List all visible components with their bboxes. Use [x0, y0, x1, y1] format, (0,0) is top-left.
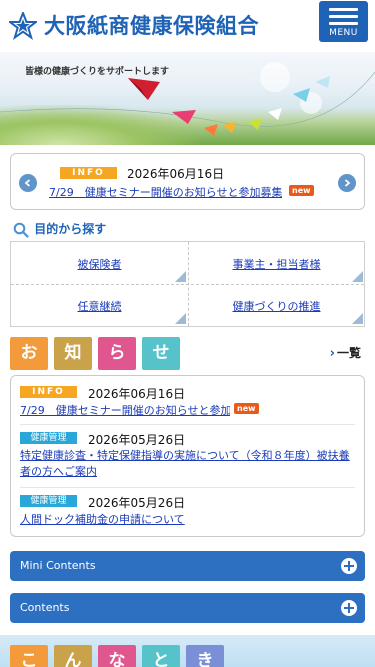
- next-arrow-button[interactable]: [338, 174, 356, 192]
- news-list-link[interactable]: › 一覧: [330, 344, 361, 361]
- heading-tile: な: [98, 645, 136, 667]
- heading-tile: き: [186, 645, 224, 667]
- news-list: INFO 2026年06月16日 7/29 健康セミナー開催のお知らせと参加募集…: [10, 375, 365, 537]
- hamburger-icon-bar: [329, 22, 358, 25]
- hamburger-icon-bar: [329, 15, 358, 18]
- purpose-item-label[interactable]: 事業主・担当者様: [188, 256, 365, 272]
- info-badge: INFO: [60, 167, 117, 179]
- prev-arrow-button[interactable]: [19, 174, 37, 192]
- purpose-item-employer[interactable]: 事業主・担当者様: [188, 242, 365, 284]
- hamburger-icon: [329, 8, 358, 11]
- news-date: 2026年06月16日: [127, 167, 225, 181]
- purpose-item-voluntary[interactable]: 任意継続: [11, 284, 188, 326]
- heading-tile: 知: [54, 337, 92, 370]
- heading-tile: ん: [54, 645, 92, 667]
- news-link[interactable]: 7/29 健康セミナー開催のお知らせと参加募集: [20, 402, 230, 418]
- divider: [11, 284, 364, 285]
- search-icon: [13, 222, 29, 238]
- menu-button[interactable]: MENU: [319, 1, 368, 42]
- hero-banner: 皆様の健康づくりをサポートします: [0, 52, 375, 145]
- corner-triangle-icon: [175, 271, 186, 282]
- news-link[interactable]: 人間ドック補助金の申請について: [20, 511, 220, 527]
- category-badge: 健康管理: [20, 432, 77, 444]
- news-list-link-label: 一覧: [336, 346, 361, 360]
- heading-tile: せ: [142, 337, 180, 370]
- accordion-title: Contents: [20, 601, 70, 614]
- news-carousel: INFO 2026年06月16日 7/29 健康セミナー開催のお知らせと参加募集…: [10, 153, 365, 210]
- chevron-right-icon: ›: [329, 346, 335, 361]
- news-link[interactable]: 特定健康診査・特定保健指導の実施について（令和８年度）被扶養者の方へご案内: [20, 448, 350, 480]
- purpose-item-label[interactable]: 任意継続: [11, 298, 188, 314]
- corner-triangle-icon: [352, 313, 363, 324]
- news-link[interactable]: 7/29 健康セミナー開催のお知らせと参加募集について: [49, 184, 282, 200]
- news-date: 2026年05月26日: [88, 496, 186, 510]
- logo-star-icon: [9, 12, 37, 40]
- info-badge: INFO: [20, 386, 77, 398]
- site-title[interactable]: 大阪紙商健康保険組合: [44, 10, 259, 40]
- divider: [20, 424, 355, 425]
- purpose-item-label[interactable]: 健康づくりの推進: [188, 298, 365, 314]
- new-badge: new: [289, 185, 314, 196]
- heading-tile: と: [142, 645, 180, 667]
- accordion-title: Mini Contents: [20, 559, 96, 572]
- menu-label: MENU: [329, 28, 358, 38]
- divider: [20, 487, 355, 488]
- corner-triangle-icon: [175, 313, 186, 324]
- heading-tile: ら: [98, 337, 136, 370]
- news-date: 2026年06月16日: [88, 387, 186, 401]
- heading-tile: こ: [10, 645, 48, 667]
- hero-tagline: 皆様の健康づくりをサポートします: [25, 67, 170, 77]
- news-date: 2026年05月26日: [88, 433, 186, 447]
- plus-icon: [341, 558, 357, 574]
- purpose-item-insured[interactable]: 被保険者: [11, 242, 188, 284]
- contents-accordion[interactable]: Contents: [10, 593, 365, 623]
- mini-contents-accordion[interactable]: Mini Contents: [10, 551, 365, 581]
- plus-icon: [341, 600, 357, 616]
- corner-triangle-icon: [352, 271, 363, 282]
- purpose-item-health[interactable]: 健康づくりの推進: [188, 284, 365, 326]
- purpose-title: 目的から探す: [34, 222, 107, 236]
- purpose-heading: 目的から探す: [12, 220, 106, 238]
- heading-tile: お: [10, 337, 48, 370]
- new-badge: new: [234, 403, 259, 414]
- chevron-right-icon: [344, 179, 351, 187]
- category-badge: 健康管理: [20, 495, 77, 507]
- site-header: 大阪紙商健康保険組合 MENU: [0, 0, 375, 52]
- chevron-left-icon: [24, 179, 31, 187]
- purpose-item-label[interactable]: 被保険者: [11, 256, 188, 272]
- purpose-grid: 被保険者 事業主・担当者様 任意継続 健康づくりの推進: [10, 241, 365, 327]
